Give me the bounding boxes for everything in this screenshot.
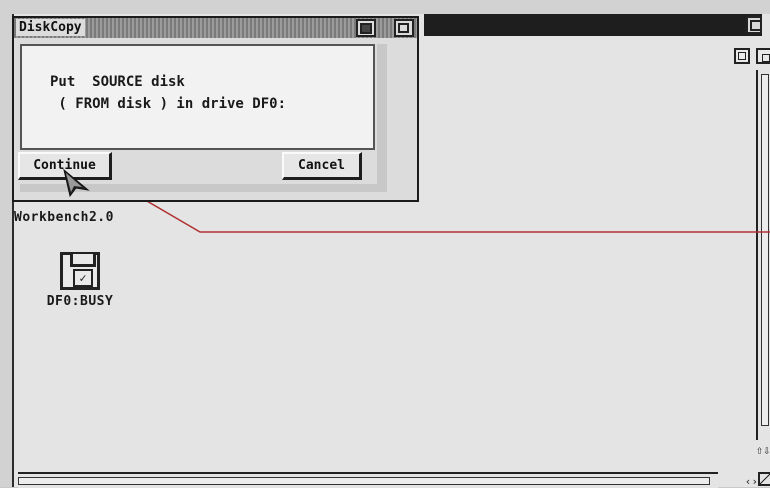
icon-label: Workbench2.0 [14,210,114,225]
depth-gadget-icon[interactable] [394,19,414,37]
icon-label: DF0:BUSY [46,294,114,309]
vertical-scrollbar[interactable] [756,70,770,440]
floppy-disk-icon: ✓ [60,252,100,290]
prompt-line-1: Put SOURCE disk [50,74,185,90]
desktop-icon-df0[interactable]: ✓ DF0:BUSY [30,252,130,309]
horizontal-scroll-arrows[interactable]: ‹› [745,475,758,488]
depth-gadget-icon[interactable] [746,16,762,34]
prompt-line-2: ( FROM disk ) in drive DF0: [50,96,287,112]
horizontal-scrollbar[interactable] [18,472,718,488]
workbench-screen: ⇧⇩ ‹› Workbench2.0 ✓ DF0:BUSY DiskCopy P… [0,0,770,488]
message-panel: Put SOURCE disk ( FROM disk ) in drive D… [20,44,375,150]
prompt-message: Put SOURCE disk ( FROM disk ) in drive D… [50,71,286,115]
diskcopy-titlebar[interactable]: DiskCopy [14,18,417,38]
vertical-scroll-thumb[interactable] [761,74,769,426]
requester-shadow [377,44,387,188]
horizontal-scroll-thumb[interactable] [18,477,710,485]
window-title: DiskCopy [16,19,85,36]
window-depth-gadget-icon[interactable] [756,48,770,64]
vertical-scroll-arrows[interactable]: ⇧⇩ [756,444,770,472]
zoom-gadget-icon[interactable] [734,48,750,64]
zoom-gadget-icon[interactable] [356,19,376,37]
cancel-button[interactable]: Cancel [282,152,362,180]
workbench-window-titlebar[interactable] [424,14,762,36]
mouse-pointer-icon [63,168,90,198]
resize-gadget-icon[interactable] [758,472,770,486]
